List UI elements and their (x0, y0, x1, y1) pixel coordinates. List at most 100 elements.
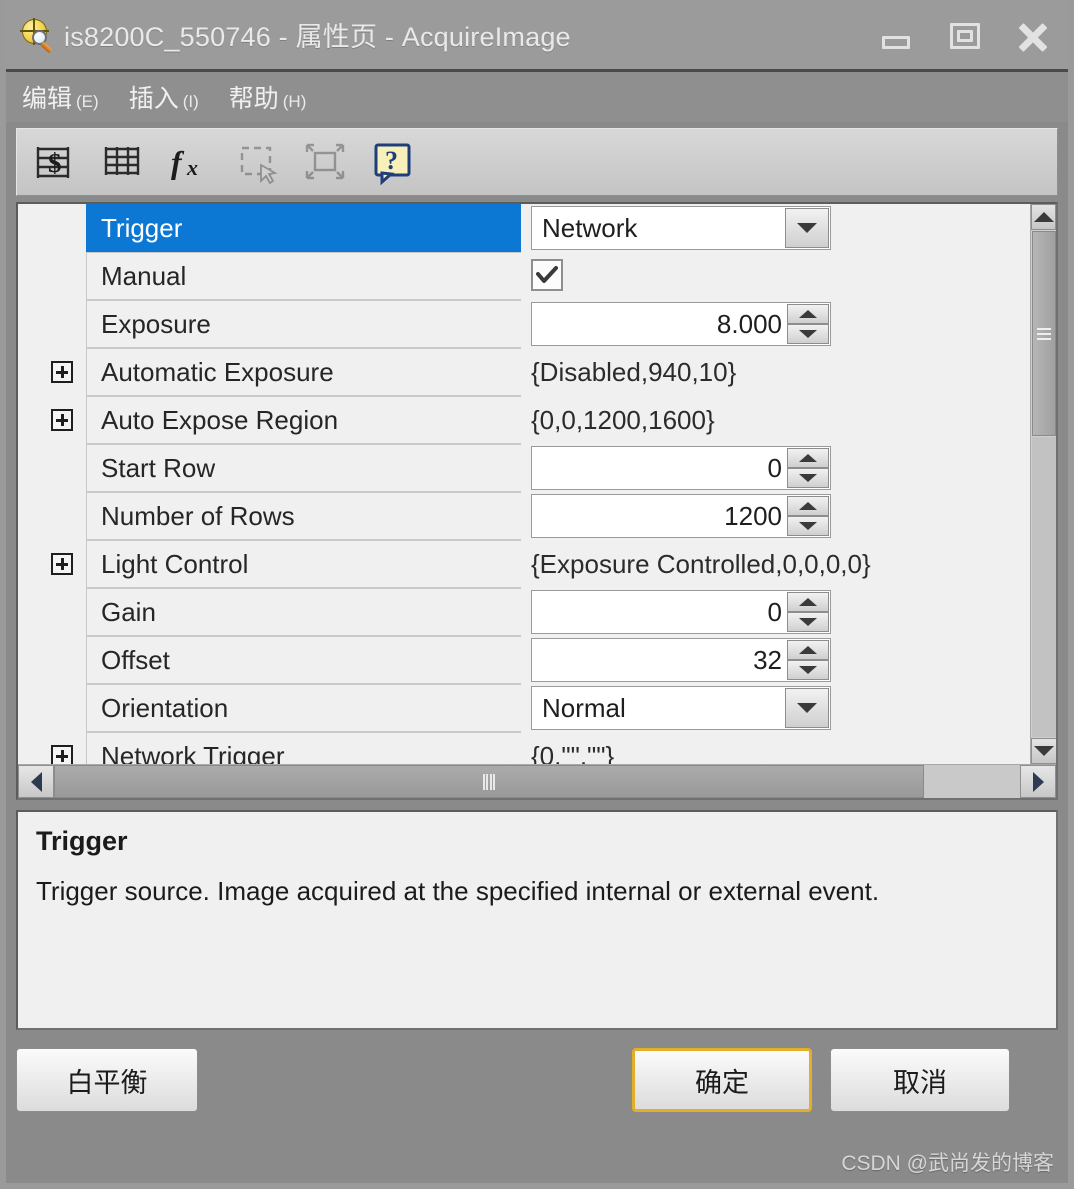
row-gutter (38, 348, 86, 396)
spinner-up-icon[interactable] (787, 496, 829, 516)
property-value[interactable]: 0 (521, 444, 1030, 492)
grip-icon (483, 773, 495, 790)
table-row[interactable]: Orientation Normal (38, 684, 1030, 732)
menu-item-edit[interactable]: 编辑 (E) (22, 79, 99, 115)
menu-item-help-key: (H) (282, 92, 307, 111)
minimize-icon[interactable] (880, 19, 914, 53)
value-properties-icon[interactable]: $ (29, 139, 79, 185)
table-row[interactable]: Start Row 0 (38, 444, 1030, 492)
white-balance-button[interactable]: 白平衡 (16, 1048, 198, 1112)
description-title: Trigger (36, 826, 128, 856)
table-row[interactable]: Network Trigger {0,"",""} (38, 732, 1030, 764)
spinner-down-icon[interactable] (787, 468, 829, 488)
property-name: Automatic Exposure (86, 348, 521, 396)
row-gutter (38, 252, 86, 300)
property-name: Start Row (86, 444, 521, 492)
spinner-up-icon[interactable] (787, 640, 829, 660)
row-gutter (38, 588, 86, 636)
gain-spinner[interactable]: 0 (531, 590, 831, 634)
table-row[interactable]: Auto Expose Region {0,0,1200,1600} (38, 396, 1030, 444)
horizontal-scroll-thumb[interactable] (54, 765, 924, 798)
table-row[interactable]: Gain 0 (38, 588, 1030, 636)
cancel-button[interactable]: 取消 (830, 1048, 1010, 1112)
chevron-down-icon[interactable] (785, 208, 829, 248)
table-row[interactable]: Manual (38, 252, 1030, 300)
property-grid: Trigger Network Manual Exposure 8.000 Au… (16, 202, 1058, 800)
horizontal-scrollbar[interactable] (18, 764, 1056, 798)
property-name: Gain (86, 588, 521, 636)
check-icon (536, 266, 558, 283)
start-row-spinner[interactable]: 0 (531, 446, 831, 490)
table-row[interactable]: Light Control {Exposure Controlled,0,0,0… (38, 540, 1030, 588)
row-gutter (38, 444, 86, 492)
spinner-down-icon[interactable] (787, 324, 829, 344)
menu-item-help[interactable]: 帮助 (H) (229, 79, 307, 115)
property-name: Network Trigger (86, 732, 521, 764)
spinner-down-icon[interactable] (787, 516, 829, 536)
manual-checkbox[interactable] (531, 259, 563, 291)
property-value[interactable]: Normal (521, 684, 1030, 732)
scroll-down-icon[interactable] (1031, 738, 1056, 764)
svg-text:x: x (186, 155, 198, 180)
property-value[interactable]: Network (521, 204, 1030, 252)
expand-plus-icon[interactable] (51, 553, 73, 575)
description-panel: Trigger Trigger source. Image acquired a… (16, 810, 1058, 1030)
orientation-combobox[interactable]: Normal (531, 686, 831, 730)
table-row[interactable]: Exposure 8.000 (38, 300, 1030, 348)
spinner-up-icon[interactable] (787, 448, 829, 468)
trigger-combobox[interactable]: Network (531, 206, 831, 250)
chevron-down-icon[interactable] (785, 688, 829, 728)
property-name: Number of Rows (86, 492, 521, 540)
table-row[interactable]: Number of Rows 1200 (38, 492, 1030, 540)
expand-plus-icon[interactable] (51, 409, 73, 431)
expand-plus-icon[interactable] (51, 361, 73, 383)
spinner-buttons (787, 496, 829, 536)
auto-expose-region-value: {0,0,1200,1600} (531, 404, 715, 435)
number-of-rows-spinner[interactable]: 1200 (531, 494, 831, 538)
horizontal-scroll-track[interactable] (924, 765, 1020, 798)
property-value[interactable]: {0,0,1200,1600} (521, 396, 1030, 444)
vertical-scroll-track[interactable] (1032, 437, 1056, 737)
help-question-icon[interactable]: ? (369, 139, 419, 185)
property-value[interactable]: {Disabled,940,10} (521, 348, 1030, 396)
exposure-spinner[interactable]: 8.000 (531, 302, 831, 346)
scroll-right-icon[interactable] (1020, 765, 1056, 798)
menu-bar: 编辑 (E) 插入 (I) 帮助 (H) (6, 72, 1068, 122)
property-value[interactable] (521, 252, 1030, 300)
property-value[interactable]: {Exposure Controlled,0,0,0,0} (521, 540, 1030, 588)
automatic-exposure-value: {Disabled,940,10} (531, 356, 737, 387)
property-value[interactable]: {0,"",""} (521, 732, 1030, 765)
property-value[interactable]: 1200 (521, 492, 1030, 540)
scroll-up-icon[interactable] (1031, 204, 1056, 230)
property-value[interactable]: 32 (521, 636, 1030, 684)
spinner-up-icon[interactable] (787, 592, 829, 612)
menu-item-insert[interactable]: 插入 (I) (129, 79, 199, 115)
offset-spinner[interactable]: 32 (531, 638, 831, 682)
vertical-scroll-thumb[interactable] (1032, 231, 1056, 436)
spinner-down-icon[interactable] (787, 660, 829, 680)
maximize-icon[interactable] (948, 19, 982, 53)
watermark: CSDN @武尚发的博客 (841, 1152, 1054, 1175)
table-row[interactable]: Trigger Network (38, 204, 1030, 252)
vertical-scrollbar[interactable] (1030, 204, 1056, 764)
table-row[interactable]: Offset 32 (38, 636, 1030, 684)
spinner-down-icon[interactable] (787, 612, 829, 632)
grid-properties-icon[interactable] (97, 139, 147, 185)
row-gutter (38, 492, 86, 540)
property-value[interactable]: 8.000 (521, 300, 1030, 348)
menu-item-insert-label: 插入 (128, 85, 179, 113)
table-row[interactable]: Automatic Exposure {Disabled,940,10} (38, 348, 1030, 396)
svg-text:?: ? (385, 146, 398, 175)
function-fx-icon[interactable]: f x (165, 139, 215, 185)
property-name: Orientation (86, 684, 521, 732)
spinner-buttons (787, 640, 829, 680)
ok-button[interactable]: 确定 (632, 1048, 812, 1112)
scroll-left-icon[interactable] (18, 765, 54, 798)
orientation-combobox-value: Normal (542, 692, 626, 723)
spinner-up-icon[interactable] (787, 304, 829, 324)
expand-plus-icon[interactable] (51, 745, 73, 764)
close-icon[interactable] (1016, 19, 1050, 53)
window-title: is8200C_550746 - 属性页 - AcquireImage (64, 22, 571, 52)
title-bar: is8200C_550746 - 属性页 - AcquireImage (6, 0, 1068, 72)
property-value[interactable]: 0 (521, 588, 1030, 636)
